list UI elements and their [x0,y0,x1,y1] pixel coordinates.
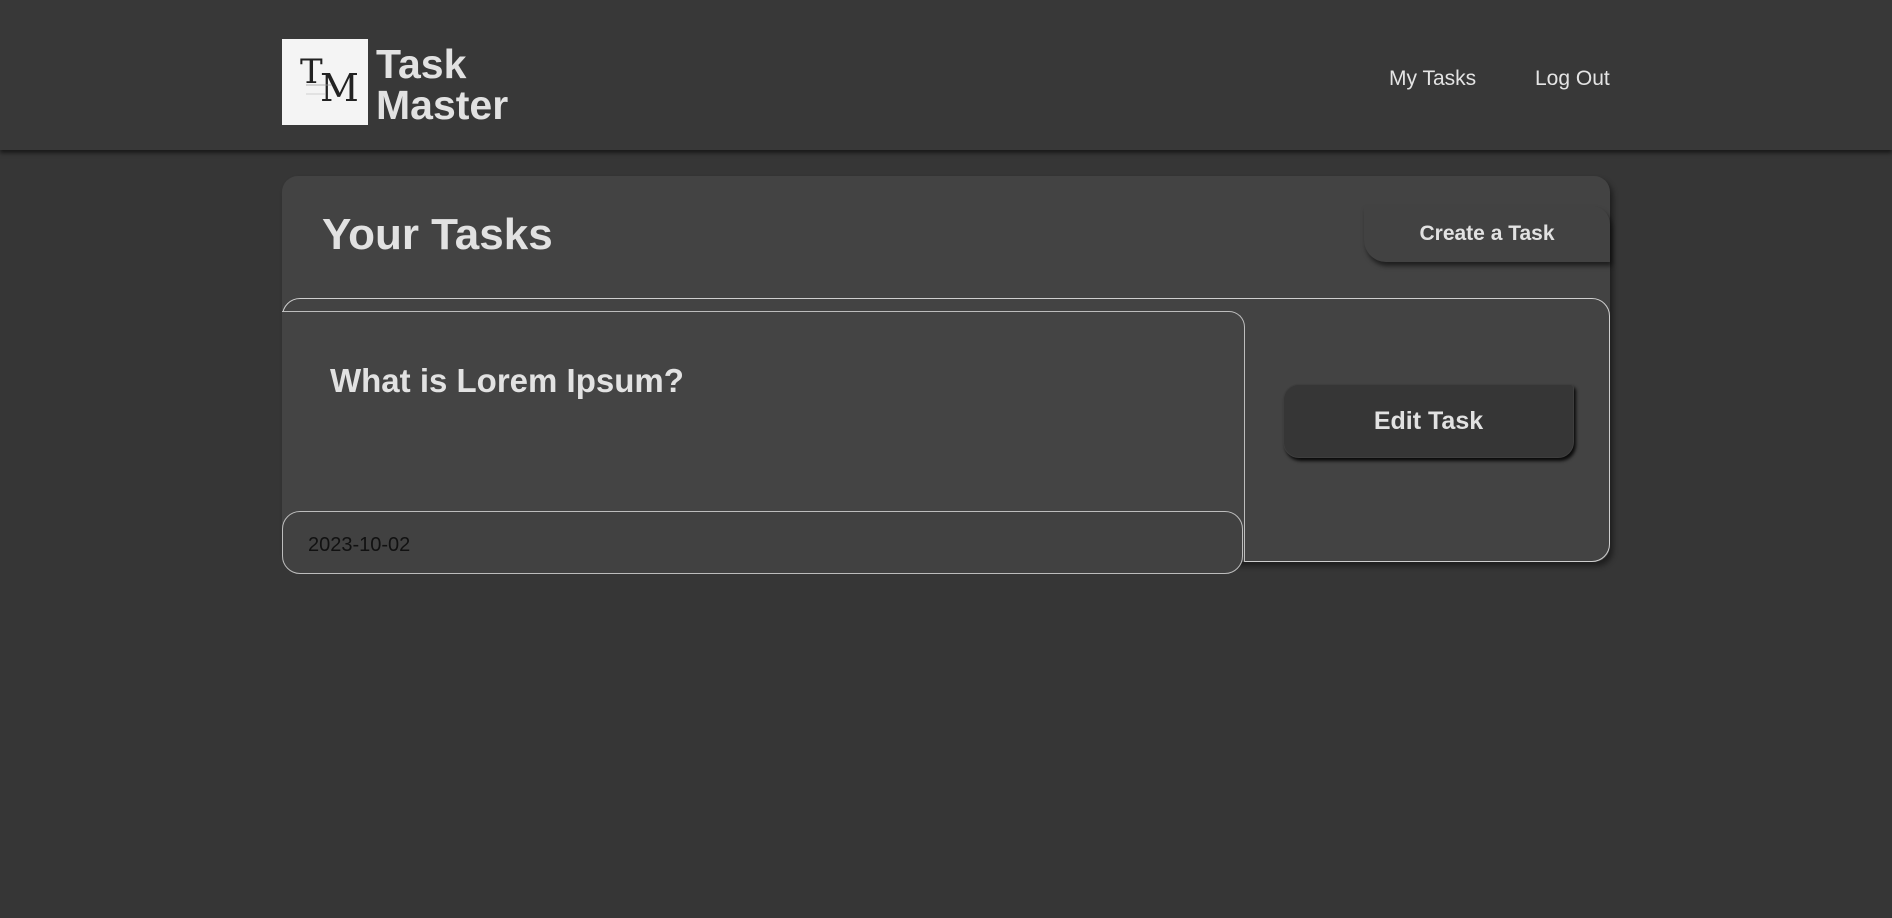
svg-text:M: M [320,66,359,110]
logo[interactable]: T M [282,39,368,125]
task-card: What is Lorem Ipsum? 2023-10-02 Edit Tas… [282,298,1610,574]
task-title[interactable]: What is Lorem Ipsum? [330,362,684,400]
top-header: T M Task Master My Tasks Log Out [0,0,1892,150]
task-footer: 2023-10-02 [282,511,1243,574]
task-date: 2023-10-02 [308,534,411,556]
nav-my-tasks-link[interactable]: My Tasks [1389,67,1476,91]
logo-icon: T M [282,39,368,125]
nav-log-out-link[interactable]: Log Out [1535,67,1610,91]
edit-task-button[interactable]: Edit Task [1283,384,1574,458]
page-title: Your Tasks [322,210,553,259]
create-task-button[interactable]: Create a Task [1364,206,1610,262]
brand-line-2: Master [376,82,509,128]
tasks-panel: Your Tasks Create a Task What is Lorem I… [282,176,1610,574]
brand-name: Task Master [376,44,508,126]
brand-line-1: Task [376,41,467,87]
task-body: What is Lorem Ipsum? 2023-10-02 [282,311,1245,574]
